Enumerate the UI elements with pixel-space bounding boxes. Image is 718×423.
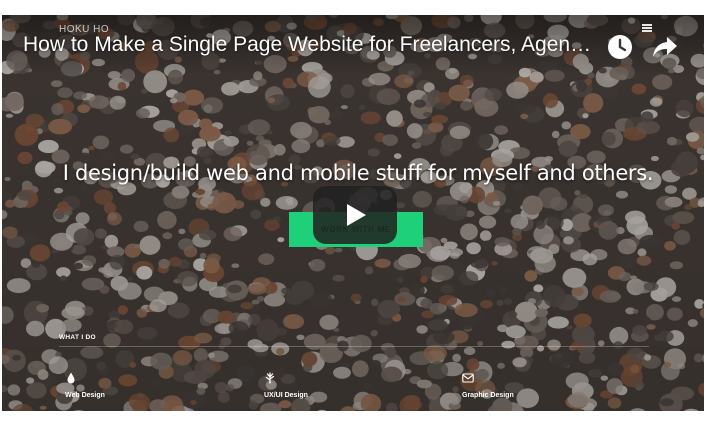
service-label: UX/UI Design xyxy=(264,392,308,399)
section-divider xyxy=(59,346,649,347)
hamburger-icon xyxy=(642,24,652,33)
hero-headline: I design/build web and mobile stuff for … xyxy=(62,161,654,185)
service-ux-ui-design: UX/UI Design xyxy=(264,372,384,399)
envelope-icon xyxy=(462,373,474,383)
service-web-design: Web Design xyxy=(65,372,185,399)
leaf-icon xyxy=(265,372,275,384)
video-title[interactable]: How to Make a Single Page Website for Fr… xyxy=(23,33,595,57)
clock-icon[interactable] xyxy=(607,34,633,60)
share-arrow-icon[interactable] xyxy=(652,35,678,59)
drop-icon xyxy=(67,372,75,384)
play-button[interactable] xyxy=(313,186,397,244)
video-player[interactable]: HOKU HO How to Make a Single Page Websit… xyxy=(2,15,704,411)
service-graphic-design: Graphic Design xyxy=(462,372,582,399)
service-label: Graphic Design xyxy=(462,392,514,399)
play-icon xyxy=(347,204,366,226)
service-label: Web Design xyxy=(65,392,105,399)
section-label: WHAT I DO xyxy=(59,334,96,341)
